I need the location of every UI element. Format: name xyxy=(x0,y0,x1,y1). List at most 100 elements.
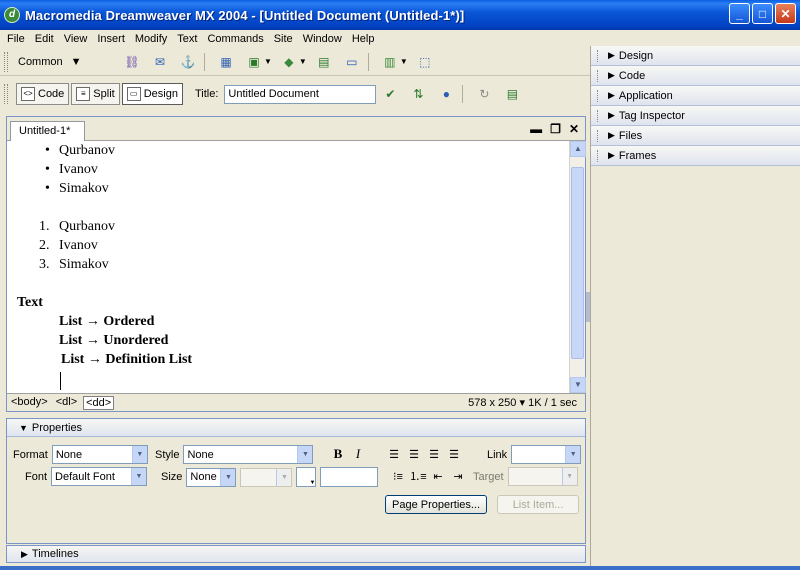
title-label: Title: xyxy=(194,88,219,100)
templates-caret-icon[interactable]: ▼ xyxy=(400,57,408,66)
date-icon[interactable]: ▤ xyxy=(315,53,333,71)
align-left-icon[interactable]: ☰ xyxy=(385,445,403,463)
panel-grip[interactable] xyxy=(597,69,600,82)
browser-check-icon[interactable]: ✔ xyxy=(381,85,399,103)
panel-application[interactable]: ▶ Application xyxy=(591,86,800,106)
menu-edit[interactable]: Edit xyxy=(30,33,59,45)
panel-grip[interactable] xyxy=(597,149,600,162)
align-right-icon[interactable]: ☰ xyxy=(425,445,443,463)
panel-design[interactable]: ▶ Design xyxy=(591,46,800,66)
collapse-triangle-icon[interactable]: ▼ xyxy=(19,423,28,433)
code-view-icon: <> xyxy=(21,87,35,101)
list-item: Simakov xyxy=(59,181,109,196)
document-title-input[interactable] xyxy=(224,84,377,104)
menu-commands[interactable]: Commands xyxy=(202,33,268,45)
dreamweaver-logo-icon: d xyxy=(4,7,20,23)
bold-button[interactable]: B xyxy=(329,445,347,463)
panel-grip[interactable] xyxy=(597,129,600,142)
list-item: Simakov xyxy=(59,257,109,272)
window-size-dropdown[interactable]: 578 x 250 ▾ xyxy=(468,396,525,409)
tag-dd[interactable]: <dd> xyxy=(83,395,115,410)
ordered-list-icon[interactable]: ⒈≡ xyxy=(409,467,427,485)
scroll-up-icon[interactable]: ▲ xyxy=(570,141,586,157)
table-icon[interactable]: ▦ xyxy=(217,53,235,71)
insert-category-dropdown[interactable]: Common ▼ xyxy=(18,56,98,68)
bullet-marker: • xyxy=(45,143,50,158)
hyperlink-icon[interactable]: ⛓ xyxy=(123,53,141,71)
menu-modify[interactable]: Modify xyxy=(130,33,172,45)
tag-body[interactable]: <body> xyxy=(9,396,50,410)
view-options-icon[interactable]: ▤ xyxy=(503,85,521,103)
panel-label: Design xyxy=(618,49,654,62)
doc-close-icon[interactable]: ✕ xyxy=(569,122,579,136)
images-caret-icon[interactable]: ▼ xyxy=(264,57,272,66)
doc-restore-icon[interactable]: ❐ xyxy=(550,122,561,136)
toolbar-grip[interactable] xyxy=(4,51,8,72)
align-center-icon[interactable]: ☰ xyxy=(405,445,423,463)
style-select[interactable]: None ▼ xyxy=(183,445,314,464)
expand-triangle-icon: ▶ xyxy=(608,150,615,160)
text-color-input[interactable] xyxy=(320,467,379,487)
text-color-swatch[interactable]: ▼ xyxy=(296,467,317,487)
menu-help[interactable]: Help xyxy=(347,33,380,45)
font-label: Font xyxy=(25,470,48,483)
media-caret-icon[interactable]: ▼ xyxy=(299,57,307,66)
italic-button[interactable]: I xyxy=(349,445,367,463)
definition-line: List → Definition List xyxy=(61,352,193,367)
close-button[interactable]: ✕ xyxy=(775,3,796,24)
size-select[interactable]: None ▼ xyxy=(186,467,237,487)
tag-chooser-icon[interactable]: ⬚ xyxy=(416,53,434,71)
minimize-button[interactable]: _ xyxy=(729,3,750,24)
expand-triangle-icon: ▶ xyxy=(608,130,615,140)
menu-view[interactable]: View xyxy=(59,33,93,45)
text-indent-icon[interactable]: ⇥ xyxy=(449,467,467,485)
code-view-button[interactable]: <> Code xyxy=(16,83,70,105)
panel-tag-inspector[interactable]: ▶ Tag Inspector xyxy=(591,106,800,126)
expand-triangle-icon: ▶ xyxy=(608,70,615,80)
insert-bar: Common ▼ ⛓ ✉ ⚓ ▦ ▣ ▼ ◆ ▼ ▤ ▭ ▥ ▼ ⬚ xyxy=(0,48,590,76)
text-outdent-icon[interactable]: ⇤ xyxy=(429,467,447,485)
panel-files[interactable]: ▶ Files xyxy=(591,126,800,146)
properties-title[interactable]: Properties xyxy=(32,422,82,434)
panel-grip[interactable] xyxy=(597,89,600,102)
panel-frames[interactable]: ▶ Frames xyxy=(591,146,800,166)
page-properties-button[interactable]: Page Properties... xyxy=(385,495,488,514)
named-anchor-icon[interactable]: ⚓ xyxy=(179,53,197,71)
justify-icon[interactable]: ☰ xyxy=(445,445,463,463)
templates-icon[interactable]: ▥ xyxy=(381,53,399,71)
menu-site[interactable]: Site xyxy=(269,33,298,45)
link-input[interactable]: ▼ xyxy=(511,445,582,464)
right-panel-dock: ▶ Design ▶ Code ▶ Application ▶ Tag Insp… xyxy=(590,46,800,566)
refresh-icon[interactable]: ↻ xyxy=(475,85,493,103)
email-link-icon[interactable]: ✉ xyxy=(151,53,169,71)
comment-icon[interactable]: ▭ xyxy=(343,53,361,71)
design-view-button[interactable]: ▭ Design xyxy=(121,83,183,105)
panel-code[interactable]: ▶ Code xyxy=(591,66,800,86)
tag-dl[interactable]: <dl> xyxy=(54,396,79,410)
split-view-button[interactable]: ≡ Split xyxy=(71,83,120,105)
definition-line: List → Ordered xyxy=(59,314,155,329)
document-tab[interactable]: Untitled-1* xyxy=(10,121,86,141)
menu-text[interactable]: Text xyxy=(172,33,202,45)
unordered-list-icon[interactable]: ⁝≡ xyxy=(389,467,407,485)
maximize-button[interactable]: □ xyxy=(752,3,773,24)
panel-grip[interactable] xyxy=(597,109,600,122)
toolbar-grip[interactable] xyxy=(4,84,8,104)
menu-file[interactable]: File xyxy=(2,33,30,45)
vertical-scrollbar[interactable]: ▲ ▼ xyxy=(569,141,586,393)
timelines-panel-header[interactable]: ▶ Timelines xyxy=(6,545,586,563)
design-canvas[interactable]: • Qurbanov • Ivanov • Simakov 1. Qurbano… xyxy=(7,141,569,393)
menu-insert[interactable]: Insert xyxy=(92,33,130,45)
chevron-down-icon: ▼ xyxy=(220,468,236,486)
media-icon[interactable]: ◆ xyxy=(280,53,298,71)
menu-window[interactable]: Window xyxy=(298,33,347,45)
file-management-icon[interactable]: ⇅ xyxy=(409,85,427,103)
images-icon[interactable]: ▣ xyxy=(245,53,263,71)
scroll-down-icon[interactable]: ▼ xyxy=(570,377,586,393)
format-select[interactable]: None ▼ xyxy=(51,445,148,464)
doc-minimize-icon[interactable]: ▬ xyxy=(530,122,542,136)
font-select[interactable]: Default Font ▼ xyxy=(51,467,148,486)
preview-browser-icon[interactable]: ● xyxy=(437,85,455,103)
panel-grip[interactable] xyxy=(597,49,600,62)
scroll-thumb[interactable] xyxy=(571,167,584,359)
